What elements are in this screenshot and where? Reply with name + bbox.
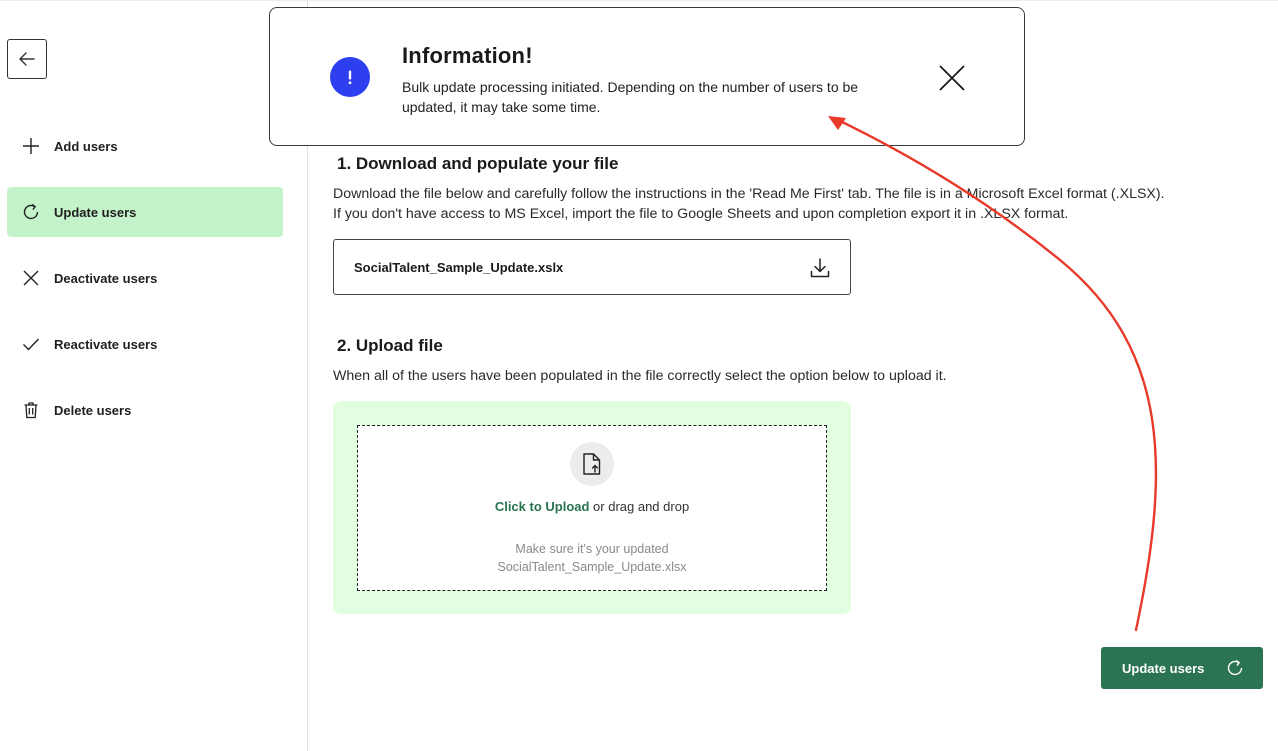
check-icon <box>21 334 41 354</box>
download-icon[interactable] <box>808 256 832 280</box>
sidebar-item-label: Reactivate users <box>54 336 158 352</box>
trash-icon <box>21 400 41 420</box>
upload-hint: Make sure it's your updated SocialTalent… <box>358 540 826 576</box>
upload-area: Click to Upload or drag and drop Make su… <box>333 401 851 614</box>
sidebar-item-label: Delete users <box>54 402 132 418</box>
back-button[interactable] <box>7 39 47 79</box>
close-toast-button[interactable] <box>938 64 966 92</box>
upload-hint-line1: Make sure it's your updated <box>515 542 669 556</box>
x-icon <box>21 268 41 288</box>
plus-icon <box>21 136 41 156</box>
refresh-icon <box>21 202 41 222</box>
sidebar-item-label: Add users <box>54 138 118 154</box>
refresh-icon <box>1227 659 1243 676</box>
exclamation-icon <box>330 57 370 97</box>
sample-file-download[interactable]: SocialTalent_Sample_Update.xslx <box>333 239 851 295</box>
info-toast: Information! Bulk update processing init… <box>269 7 1025 146</box>
step1-instructions-line1: Download the file below and carefully fo… <box>333 186 1165 202</box>
upload-prompt: Click to Upload or drag and drop <box>358 499 826 514</box>
upload-hint-line2: SocialTalent_Sample_Update.xlsx <box>497 560 687 574</box>
toast-message: Bulk update processing initiated. Depend… <box>402 79 859 115</box>
sidebar-item-reactivate-users[interactable]: Reactivate users <box>7 319 283 369</box>
sidebar-item-label: Deactivate users <box>54 270 158 286</box>
page: Add users Update users Deactivate users … <box>0 0 1278 751</box>
sidebar-item-add-users[interactable]: Add users <box>7 121 283 171</box>
update-users-button-label: Update users <box>1122 660 1205 676</box>
sidebar-item-deactivate-users[interactable]: Deactivate users <box>7 253 283 303</box>
step2-heading: 2. Upload file <box>337 336 443 355</box>
drag-drop-text: or drag and drop <box>589 499 690 514</box>
sidebar-item-label: Update users <box>54 204 137 220</box>
toast-title: Information! <box>402 43 533 68</box>
update-users-button[interactable]: Update users <box>1101 647 1263 689</box>
upload-dropzone[interactable]: Click to Upload or drag and drop Make su… <box>357 425 827 591</box>
click-to-upload-link[interactable]: Click to Upload <box>495 499 590 514</box>
close-icon <box>939 65 965 91</box>
step2-description: When all of the users have been populate… <box>333 368 947 384</box>
step1-heading: 1. Download and populate your file <box>337 154 619 173</box>
sidebar-item-update-users[interactable]: Update users <box>7 187 283 237</box>
file-name: SocialTalent_Sample_Update.xslx <box>354 259 564 275</box>
arrow-left-icon <box>19 52 35 66</box>
step1-instructions-line2: If you don't have access to MS Excel, im… <box>333 206 1069 222</box>
sidebar: Add users Update users Deactivate users … <box>0 0 308 751</box>
file-upload-icon <box>570 442 614 486</box>
sidebar-item-delete-users[interactable]: Delete users <box>7 385 283 435</box>
